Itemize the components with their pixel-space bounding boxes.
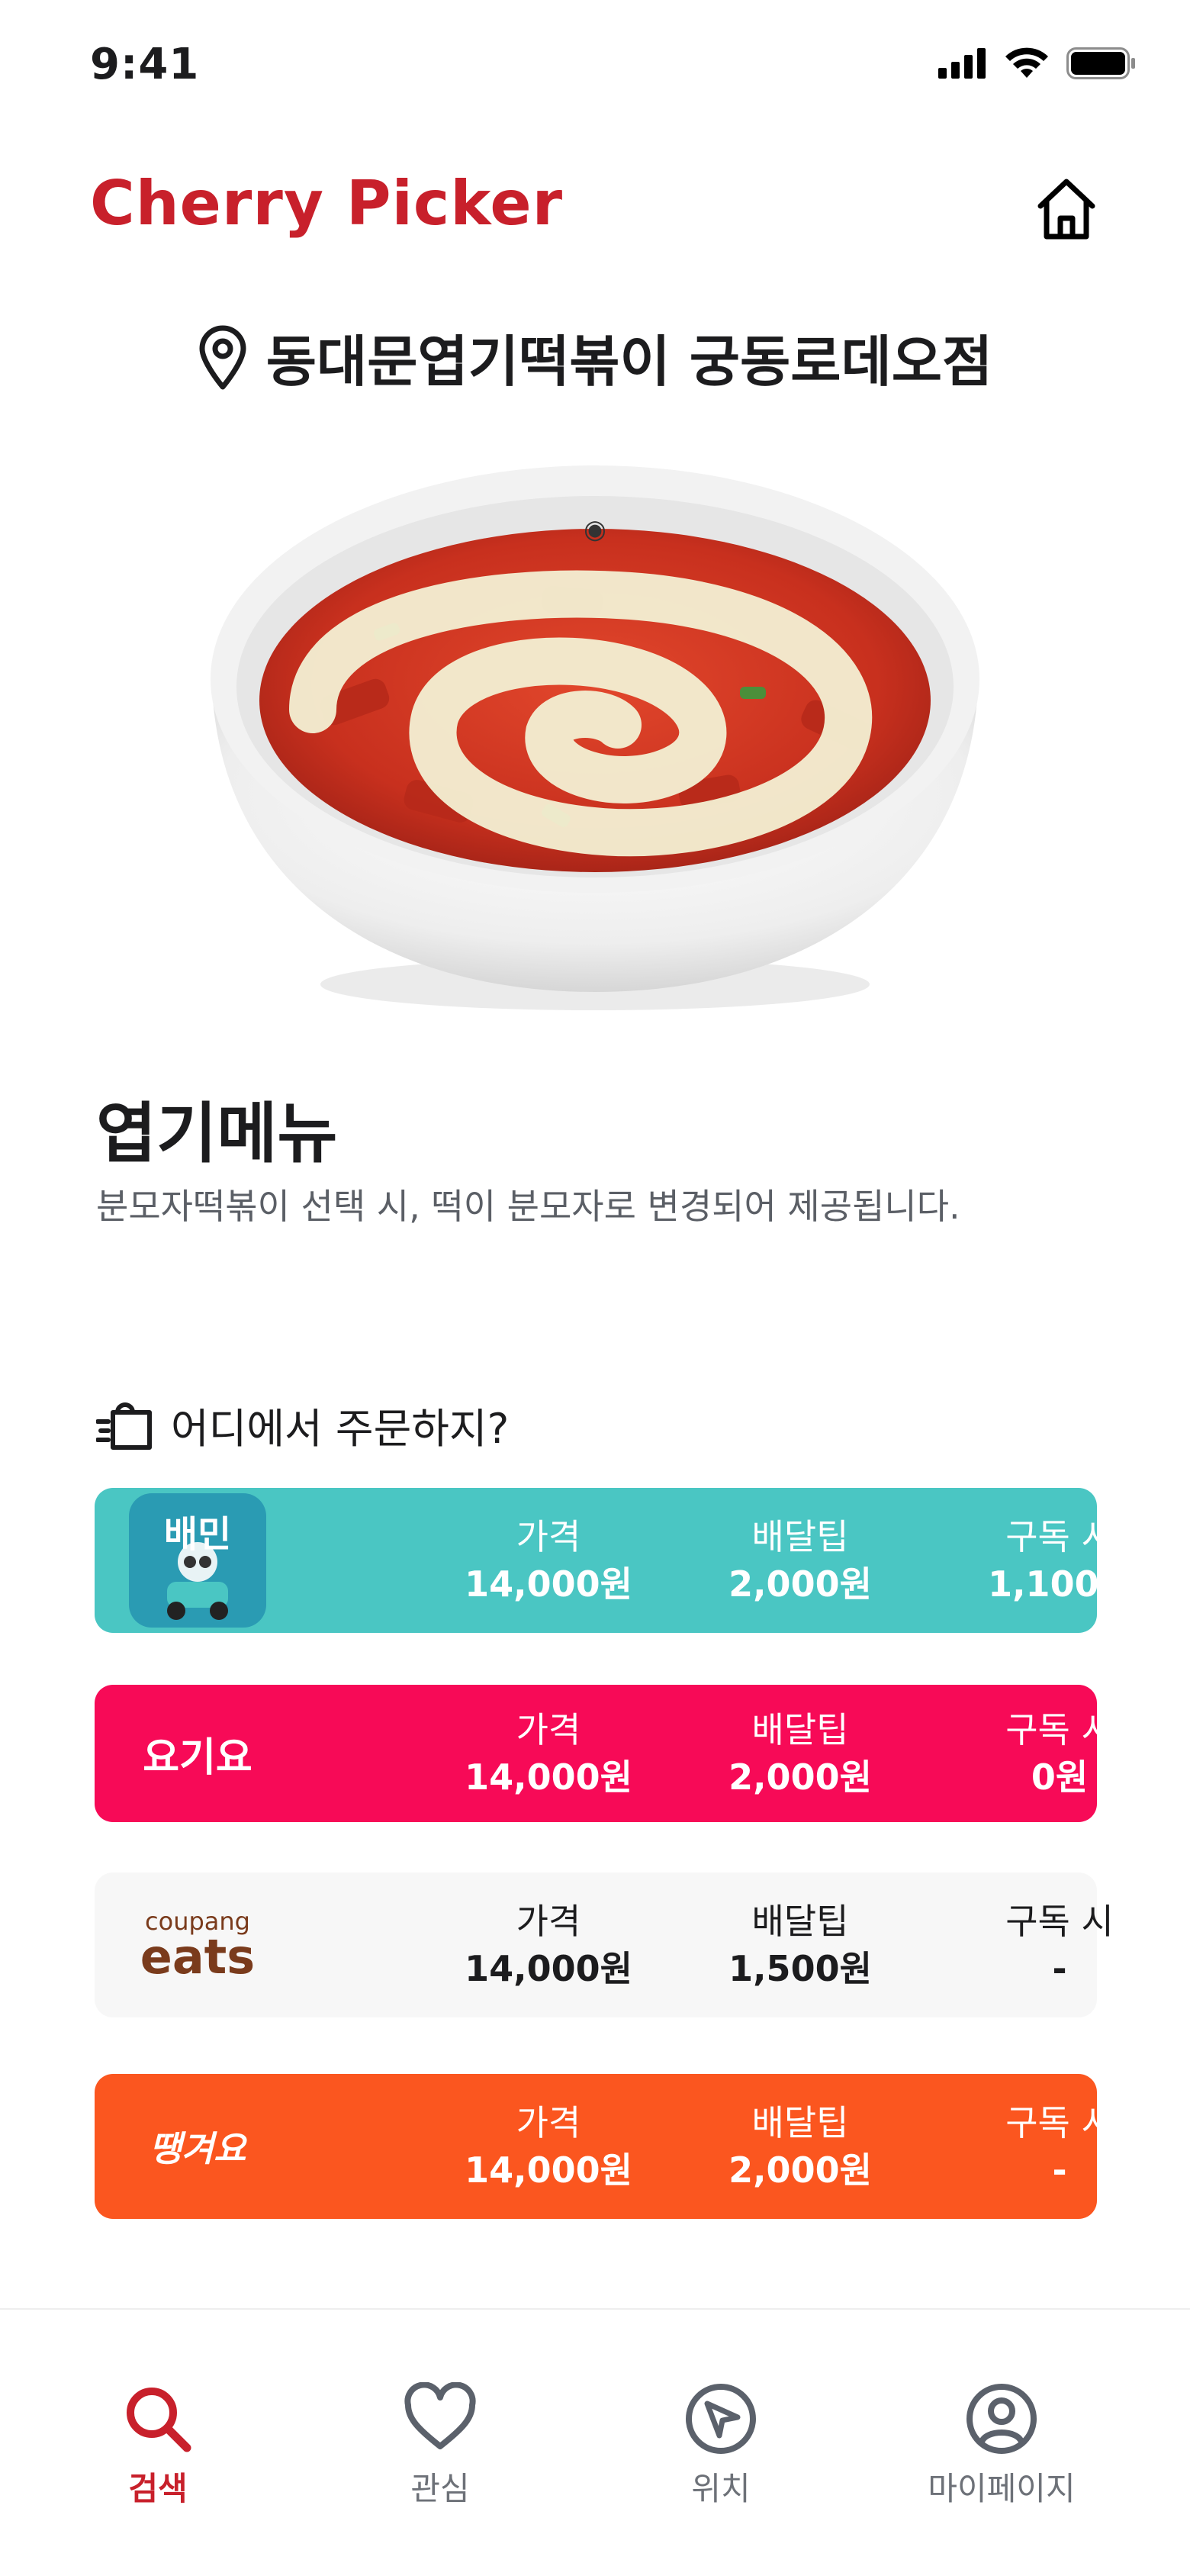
search-icon [127, 2388, 191, 2452]
subscription-column: 구독 시 1,100원 [960, 1513, 1159, 1608]
tab-location[interactable]: 위치 [629, 2382, 812, 2510]
menu-title: 엽기메뉴 [96, 1096, 338, 1172]
delivery-bag-icon [96, 1402, 152, 1450]
tab-label: 위치 [691, 2470, 751, 2507]
home-icon[interactable] [1031, 174, 1102, 244]
ddangyo-logo: 땡겨요 [95, 2074, 301, 2219]
order-question: 어디에서 주문하지? [96, 1395, 509, 1455]
wifi-icon [1005, 47, 1048, 78]
price-label: 가격 [516, 1516, 581, 1557]
tab-bar: 검색 관심 위치 마이페이지 [0, 2308, 1190, 2576]
yogiyo-logo: 요기요 [95, 1685, 301, 1822]
subscription-value: 0원 [1031, 1757, 1089, 1798]
tab-search[interactable]: 검색 [66, 2382, 249, 2510]
delivery-tip-column: 배달팁 2,000원 [701, 1513, 899, 1608]
battery-icon [1066, 47, 1135, 79]
price-column: 가격 14,000원 [449, 1706, 648, 1801]
cellular-signal-icon [938, 48, 986, 79]
delivery-tip-column: 배달팁 2,000원 [701, 2099, 899, 2194]
baemin-logo: 배민 [95, 1488, 301, 1633]
bowl-brand-mark: ◉ [584, 514, 606, 545]
subscription-label: 구독 시 [1005, 1516, 1114, 1557]
subscription-column: 구독 시 - [960, 1898, 1159, 1992]
navigation-icon [686, 2384, 756, 2454]
price-value: 14,000원 [465, 2149, 632, 2191]
location-pin-icon [199, 325, 246, 389]
screen: 9:41 Cherry Picker 동대문엽기떡볶이 궁동로데오점 ◉ 엽기메… [0, 0, 1190, 2576]
menu-description: 분모자떡볶이 선택 시, 떡이 분모자로 변경되어 제공됩니다. [96, 1186, 960, 1227]
price-value: 14,000원 [465, 1757, 632, 1798]
delivery-tip-label: 배달팁 [751, 2102, 849, 2143]
platform-card-baemin[interactable]: 배민 가격 14,000원 배달팁 2,000원 구독 시 1,100원 [95, 1488, 1131, 1633]
price-label: 가격 [516, 2102, 581, 2143]
subscription-value: - [1052, 1948, 1067, 1989]
delivery-tip-label: 배달팁 [751, 1709, 849, 1750]
price-value: 14,000원 [465, 1948, 632, 1989]
delivery-tip-label: 배달팁 [751, 1901, 849, 1942]
subscription-label: 구독 시 [1005, 1901, 1114, 1942]
price-value: 14,000원 [465, 1563, 632, 1605]
subscription-value: 1,100원 [988, 1563, 1131, 1605]
delivery-tip-value: 2,000원 [728, 2149, 872, 2191]
subscription-column: 구독 시 - [960, 2099, 1159, 2194]
price-label: 가격 [516, 1709, 581, 1750]
delivery-tip-value: 2,000원 [728, 1563, 872, 1605]
tab-favorites[interactable]: 관심 [349, 2382, 532, 2510]
status-time: 9:41 [90, 40, 200, 89]
price-column: 가격 14,000원 [449, 1513, 648, 1608]
tab-label: 관심 [410, 2470, 470, 2507]
delivery-tip-column: 배달팁 1,500원 [701, 1898, 899, 1992]
eats-logo-text: eats [140, 1929, 256, 1985]
dish-image: ◉ [211, 465, 979, 1010]
tab-label: 마이페이지 [928, 2470, 1076, 2507]
store-location: 동대문엽기떡볶이 궁동로데오점 [0, 317, 1190, 397]
status-icons [938, 47, 1137, 79]
delivery-tip-value: 1,500원 [728, 1948, 872, 1989]
tab-label: 검색 [128, 2470, 188, 2507]
platform-card-yogiyo[interactable]: 요기요 가격 14,000원 배달팁 2,000원 구독 시 0원 [95, 1685, 1114, 1822]
subscription-value: - [1052, 2149, 1067, 2191]
price-label: 가격 [516, 1901, 581, 1942]
price-column: 가격 14,000원 [449, 2099, 648, 2194]
yogiyo-logo-text: 요기요 [143, 1734, 252, 1781]
order-question-text: 어디에서 주문하지? [171, 1405, 510, 1453]
profile-icon [966, 2384, 1037, 2454]
platform-card-coupang-eats[interactable]: coupang eats 가격 14,000원 배달팁 1,500원 구독 시 … [95, 1872, 1114, 2017]
delivery-tip-column: 배달팁 2,000원 [701, 1706, 899, 1801]
subscription-label: 구독 시 [1005, 1709, 1114, 1750]
subscription-label: 구독 시 [1005, 2102, 1114, 2143]
coupang-eats-logo: coupang eats [95, 1872, 301, 2017]
baemin-logo-text: 배민 [163, 1513, 232, 1556]
ddangyo-logo-text: 땡겨요 [149, 2128, 246, 2169]
tab-mypage[interactable]: 마이페이지 [910, 2382, 1093, 2510]
delivery-tip-value: 2,000원 [728, 1757, 872, 1798]
price-column: 가격 14,000원 [449, 1898, 648, 1992]
heart-icon [404, 2382, 476, 2449]
platform-card-ddangyo[interactable]: 땡겨요 가격 14,000원 배달팁 2,000원 구독 시 - [95, 2074, 1114, 2219]
subscription-column: 구독 시 0원 [960, 1706, 1159, 1801]
delivery-tip-label: 배달팁 [751, 1516, 849, 1557]
app-title: Cherry Picker [90, 168, 564, 239]
store-name: 동대문엽기떡볶이 궁동로데오점 [265, 330, 993, 394]
